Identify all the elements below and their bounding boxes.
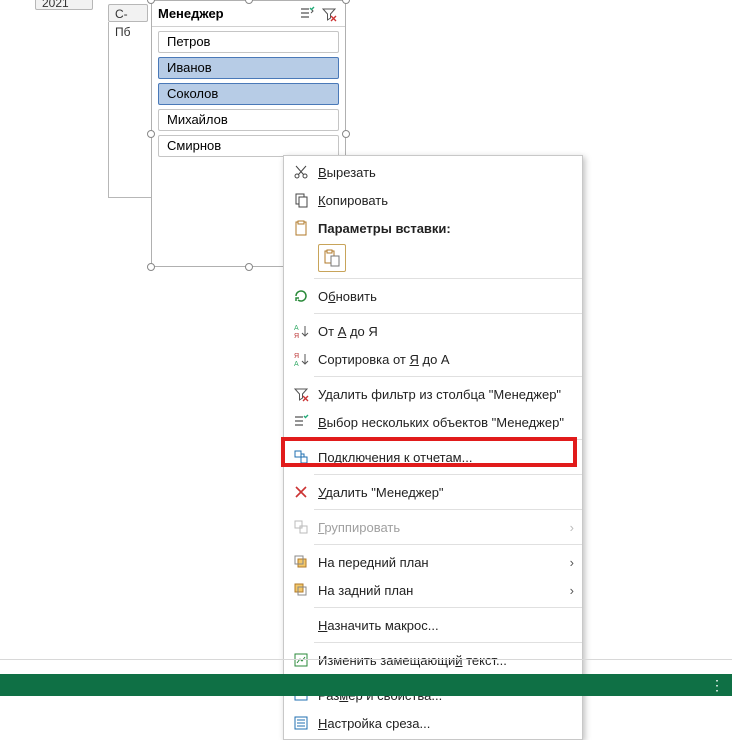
ctx-group: Группировать › (284, 513, 582, 541)
clipboard-icon (290, 218, 312, 238)
ctx-label: На задний план (318, 583, 560, 598)
clear-filter-icon[interactable] (319, 4, 339, 24)
resize-handle[interactable] (342, 130, 350, 138)
sort-az-icon: АЯ (290, 321, 312, 341)
slicer-items: Петров Иванов Соколов Михайлов Смирнов (152, 27, 345, 165)
ctx-alt-text[interactable]: Изменить замещающий текст... (284, 646, 582, 674)
ctx-cut[interactable]: Вырезать (284, 158, 582, 186)
resize-handle[interactable] (147, 130, 155, 138)
slicer-title: Менеджер (158, 6, 295, 21)
ctx-label: Удалить "Менеджер" (318, 485, 574, 500)
ctx-label: Удалить фильтр из столбца "Менеджер" (318, 387, 574, 402)
status-bar: ⋮ (0, 674, 732, 696)
ctx-refresh[interactable]: Обновить (284, 282, 582, 310)
paste-option-button[interactable] (318, 244, 346, 272)
separator (314, 642, 582, 643)
ctx-report-connections[interactable]: Подключения к отчетам... (284, 443, 582, 471)
decorative-line (108, 22, 109, 197)
ctx-label: Копировать (318, 193, 574, 208)
svg-text:А: А (294, 361, 299, 367)
slicer-settings-icon (290, 713, 312, 733)
separator (314, 509, 582, 510)
cell-year: 2021 (35, 0, 93, 10)
svg-text:Я: Я (294, 333, 299, 339)
multi-select-icon[interactable] (297, 4, 317, 24)
ctx-label: На передний план (318, 555, 560, 570)
alt-text-icon (290, 650, 312, 670)
cell-city: С-Пб (108, 4, 148, 22)
ctx-label: Изменить замещающий текст... (318, 653, 574, 668)
submenu-arrow-icon: › (560, 583, 574, 598)
copy-icon (290, 190, 312, 210)
refresh-icon (290, 286, 312, 306)
more-icon[interactable]: ⋮ (710, 677, 726, 694)
ctx-send-back[interactable]: На задний план › (284, 576, 582, 604)
slicer-item[interactable]: Соколов (158, 83, 339, 105)
slicer-header: Менеджер (152, 1, 345, 27)
scissors-icon (290, 162, 312, 182)
resize-handle[interactable] (245, 263, 253, 271)
context-menu: Вырезать Копировать Параметры вставки: О… (283, 155, 583, 740)
ctx-label: Параметры вставки: (318, 221, 574, 236)
resize-handle[interactable] (147, 263, 155, 271)
slicer-item[interactable]: Смирнов (158, 135, 339, 157)
submenu-arrow-icon: › (560, 520, 574, 535)
decorative-line (0, 659, 732, 660)
ctx-multi-select[interactable]: Выбор нескольких объектов "Менеджер" (284, 408, 582, 436)
ctx-label: Назначить макрос... (318, 618, 574, 633)
ctx-clear-filter[interactable]: Удалить фильтр из столбца "Менеджер" (284, 380, 582, 408)
delete-icon (290, 482, 312, 502)
sort-za-icon: ЯА (290, 349, 312, 369)
ctx-paste-header: Параметры вставки: (284, 214, 582, 242)
ctx-label: Сортировка от Я до А (318, 352, 574, 367)
separator (314, 439, 582, 440)
ctx-sort-az[interactable]: АЯ От А до Я (284, 317, 582, 345)
ctx-label: Обновить (318, 289, 574, 304)
paste-options-row (318, 244, 582, 272)
ctx-assign-macro[interactable]: Назначить макрос... (284, 611, 582, 639)
bring-front-icon (290, 552, 312, 572)
resize-handle[interactable] (342, 0, 350, 4)
ctx-slicer-settings[interactable]: Настройка среза... (284, 709, 582, 737)
report-connections-icon (290, 447, 312, 467)
slicer-item[interactable]: Петров (158, 31, 339, 53)
ctx-copy[interactable]: Копировать (284, 186, 582, 214)
separator (314, 313, 582, 314)
separator (314, 376, 582, 377)
ctx-sort-za[interactable]: ЯА Сортировка от Я до А (284, 345, 582, 373)
ctx-label: От А до Я (318, 324, 574, 339)
multi-select-icon (290, 412, 312, 432)
separator (314, 474, 582, 475)
slicer-item[interactable]: Михайлов (158, 109, 339, 131)
ctx-label: Подключения к отчетам... (318, 450, 574, 465)
ctx-label: Группировать (318, 520, 560, 535)
send-back-icon (290, 580, 312, 600)
separator (314, 278, 582, 279)
clear-filter-icon (290, 384, 312, 404)
svg-text:Я: Я (294, 353, 299, 360)
slicer-item[interactable]: Иванов (158, 57, 339, 79)
ctx-label: Настройка среза... (318, 716, 574, 731)
separator (314, 544, 582, 545)
ctx-label: Выбор нескольких объектов "Менеджер" (318, 415, 574, 430)
separator (314, 607, 582, 608)
ctx-bring-front[interactable]: На передний план › (284, 548, 582, 576)
ctx-remove-slicer[interactable]: Удалить "Менеджер" (284, 478, 582, 506)
ctx-label: Вырезать (318, 165, 574, 180)
group-icon (290, 517, 312, 537)
svg-text:А: А (294, 325, 299, 332)
submenu-arrow-icon: › (560, 555, 574, 570)
